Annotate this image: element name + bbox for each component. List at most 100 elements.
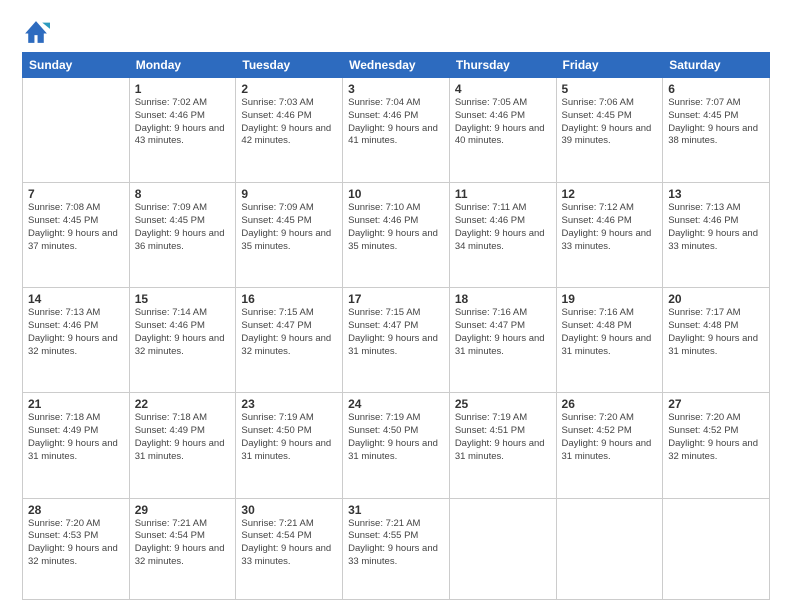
day-info: Sunrise: 7:09 AM Sunset: 4:45 PM Dayligh…	[241, 202, 337, 253]
day-number: 31	[348, 503, 444, 517]
calendar-week-1: 1 Sunrise: 7:02 AM Sunset: 4:46 PM Dayli…	[23, 78, 770, 183]
calendar-cell: 30 Sunrise: 7:21 AM Sunset: 4:54 PM Dayl…	[236, 498, 343, 599]
day-info: Sunrise: 7:06 AM Sunset: 4:45 PM Dayligh…	[562, 97, 658, 148]
daylight: Daylight: 9 hours and 33 minutes.	[562, 228, 652, 252]
sunrise: Sunrise: 7:21 AM	[135, 518, 207, 529]
day-number: 29	[135, 503, 231, 517]
day-number: 26	[562, 397, 658, 411]
day-number: 22	[135, 397, 231, 411]
calendar-cell: 22 Sunrise: 7:18 AM Sunset: 4:49 PM Dayl…	[129, 393, 236, 498]
daylight: Daylight: 9 hours and 32 minutes.	[135, 333, 225, 357]
day-number: 8	[135, 187, 231, 201]
day-number: 3	[348, 82, 444, 96]
day-number: 30	[241, 503, 337, 517]
daylight: Daylight: 9 hours and 31 minutes.	[668, 333, 758, 357]
calendar-cell	[556, 498, 663, 599]
daylight: Daylight: 9 hours and 31 minutes.	[348, 333, 438, 357]
calendar-cell: 9 Sunrise: 7:09 AM Sunset: 4:45 PM Dayli…	[236, 183, 343, 288]
calendar-cell: 11 Sunrise: 7:11 AM Sunset: 4:46 PM Dayl…	[449, 183, 556, 288]
sunset: Sunset: 4:47 PM	[241, 320, 311, 331]
page: SundayMondayTuesdayWednesdayThursdayFrid…	[0, 0, 792, 612]
weekday-header-thursday: Thursday	[449, 53, 556, 78]
daylight: Daylight: 9 hours and 33 minutes.	[348, 543, 438, 567]
day-info: Sunrise: 7:09 AM Sunset: 4:45 PM Dayligh…	[135, 202, 231, 253]
day-info: Sunrise: 7:07 AM Sunset: 4:45 PM Dayligh…	[668, 97, 764, 148]
calendar-cell: 18 Sunrise: 7:16 AM Sunset: 4:47 PM Dayl…	[449, 288, 556, 393]
daylight: Daylight: 9 hours and 35 minutes.	[348, 228, 438, 252]
calendar-cell: 10 Sunrise: 7:10 AM Sunset: 4:46 PM Dayl…	[343, 183, 450, 288]
sunset: Sunset: 4:46 PM	[455, 215, 525, 226]
day-number: 1	[135, 82, 231, 96]
sunset: Sunset: 4:50 PM	[241, 425, 311, 436]
day-info: Sunrise: 7:08 AM Sunset: 4:45 PM Dayligh…	[28, 202, 124, 253]
day-number: 6	[668, 82, 764, 96]
header	[22, 18, 770, 46]
sunset: Sunset: 4:49 PM	[28, 425, 98, 436]
sunset: Sunset: 4:52 PM	[668, 425, 738, 436]
day-info: Sunrise: 7:19 AM Sunset: 4:50 PM Dayligh…	[348, 412, 444, 463]
day-number: 21	[28, 397, 124, 411]
calendar-cell: 16 Sunrise: 7:15 AM Sunset: 4:47 PM Dayl…	[236, 288, 343, 393]
daylight: Daylight: 9 hours and 41 minutes.	[348, 123, 438, 147]
day-info: Sunrise: 7:03 AM Sunset: 4:46 PM Dayligh…	[241, 97, 337, 148]
day-number: 24	[348, 397, 444, 411]
day-info: Sunrise: 7:20 AM Sunset: 4:52 PM Dayligh…	[562, 412, 658, 463]
sunrise: Sunrise: 7:04 AM	[348, 97, 420, 108]
day-number: 25	[455, 397, 551, 411]
sunrise: Sunrise: 7:15 AM	[241, 307, 313, 318]
calendar-cell: 28 Sunrise: 7:20 AM Sunset: 4:53 PM Dayl…	[23, 498, 130, 599]
day-info: Sunrise: 7:20 AM Sunset: 4:52 PM Dayligh…	[668, 412, 764, 463]
sunrise: Sunrise: 7:06 AM	[562, 97, 634, 108]
daylight: Daylight: 9 hours and 39 minutes.	[562, 123, 652, 147]
sunset: Sunset: 4:52 PM	[562, 425, 632, 436]
calendar-cell: 1 Sunrise: 7:02 AM Sunset: 4:46 PM Dayli…	[129, 78, 236, 183]
sunset: Sunset: 4:48 PM	[562, 320, 632, 331]
weekday-header-wednesday: Wednesday	[343, 53, 450, 78]
sunset: Sunset: 4:45 PM	[668, 110, 738, 121]
day-info: Sunrise: 7:05 AM Sunset: 4:46 PM Dayligh…	[455, 97, 551, 148]
sunrise: Sunrise: 7:14 AM	[135, 307, 207, 318]
calendar-cell: 17 Sunrise: 7:15 AM Sunset: 4:47 PM Dayl…	[343, 288, 450, 393]
calendar-cell: 3 Sunrise: 7:04 AM Sunset: 4:46 PM Dayli…	[343, 78, 450, 183]
day-info: Sunrise: 7:18 AM Sunset: 4:49 PM Dayligh…	[135, 412, 231, 463]
logo	[22, 18, 54, 46]
day-number: 13	[668, 187, 764, 201]
sunset: Sunset: 4:46 PM	[348, 215, 418, 226]
sunset: Sunset: 4:46 PM	[668, 215, 738, 226]
day-info: Sunrise: 7:16 AM Sunset: 4:48 PM Dayligh…	[562, 307, 658, 358]
daylight: Daylight: 9 hours and 31 minutes.	[562, 333, 652, 357]
calendar-cell: 19 Sunrise: 7:16 AM Sunset: 4:48 PM Dayl…	[556, 288, 663, 393]
calendar-cell: 6 Sunrise: 7:07 AM Sunset: 4:45 PM Dayli…	[663, 78, 770, 183]
sunrise: Sunrise: 7:02 AM	[135, 97, 207, 108]
sunrise: Sunrise: 7:19 AM	[241, 412, 313, 423]
day-info: Sunrise: 7:15 AM Sunset: 4:47 PM Dayligh…	[241, 307, 337, 358]
day-info: Sunrise: 7:10 AM Sunset: 4:46 PM Dayligh…	[348, 202, 444, 253]
daylight: Daylight: 9 hours and 32 minutes.	[28, 333, 118, 357]
sunrise: Sunrise: 7:20 AM	[562, 412, 634, 423]
day-info: Sunrise: 7:04 AM Sunset: 4:46 PM Dayligh…	[348, 97, 444, 148]
sunset: Sunset: 4:46 PM	[135, 110, 205, 121]
day-number: 17	[348, 292, 444, 306]
calendar-cell: 25 Sunrise: 7:19 AM Sunset: 4:51 PM Dayl…	[449, 393, 556, 498]
sunset: Sunset: 4:45 PM	[135, 215, 205, 226]
day-info: Sunrise: 7:21 AM Sunset: 4:54 PM Dayligh…	[135, 518, 231, 569]
sunrise: Sunrise: 7:16 AM	[455, 307, 527, 318]
calendar-cell: 31 Sunrise: 7:21 AM Sunset: 4:55 PM Dayl…	[343, 498, 450, 599]
daylight: Daylight: 9 hours and 34 minutes.	[455, 228, 545, 252]
day-number: 10	[348, 187, 444, 201]
weekday-header-sunday: Sunday	[23, 53, 130, 78]
sunrise: Sunrise: 7:18 AM	[135, 412, 207, 423]
day-info: Sunrise: 7:18 AM Sunset: 4:49 PM Dayligh…	[28, 412, 124, 463]
sunset: Sunset: 4:46 PM	[135, 320, 205, 331]
calendar-cell: 4 Sunrise: 7:05 AM Sunset: 4:46 PM Dayli…	[449, 78, 556, 183]
sunrise: Sunrise: 7:17 AM	[668, 307, 740, 318]
sunrise: Sunrise: 7:18 AM	[28, 412, 100, 423]
daylight: Daylight: 9 hours and 31 minutes.	[455, 333, 545, 357]
day-info: Sunrise: 7:20 AM Sunset: 4:53 PM Dayligh…	[28, 518, 124, 569]
daylight: Daylight: 9 hours and 36 minutes.	[135, 228, 225, 252]
calendar-cell: 26 Sunrise: 7:20 AM Sunset: 4:52 PM Dayl…	[556, 393, 663, 498]
calendar-week-3: 14 Sunrise: 7:13 AM Sunset: 4:46 PM Dayl…	[23, 288, 770, 393]
day-number: 5	[562, 82, 658, 96]
sunset: Sunset: 4:45 PM	[241, 215, 311, 226]
day-number: 16	[241, 292, 337, 306]
